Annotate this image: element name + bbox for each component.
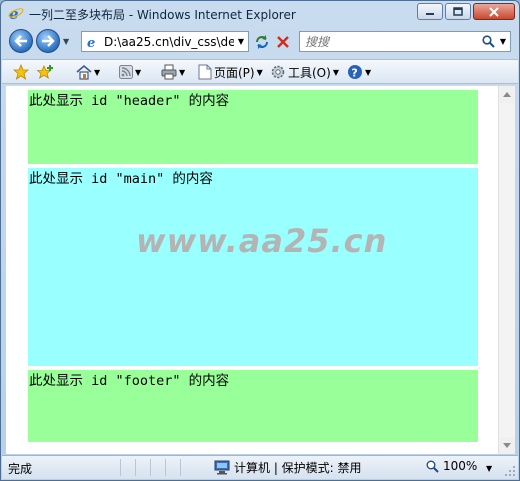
computer-icon: [214, 460, 230, 475]
gear-icon: [271, 65, 285, 79]
footer-text: 此处显示 id "footer" 的内容: [29, 373, 230, 389]
arrow-left-icon: [14, 35, 27, 47]
arrow-right-icon: [42, 35, 55, 47]
status-divider: [135, 459, 136, 476]
main-text: 此处显示 id "main" 的内容: [29, 171, 213, 187]
help-menu[interactable]: ? ▼: [347, 63, 371, 81]
zoom-dropdown[interactable]: ▼: [486, 464, 492, 473]
feed-icon: [119, 65, 133, 79]
main-block: 此处显示 id "main" 的内容: [28, 168, 478, 366]
header-text: 此处显示 id "header" 的内容: [29, 93, 230, 109]
browser-window: e 一列二至多块布局 - Windows Internet Explorer ▼: [0, 0, 520, 481]
search-provider-dropdown[interactable]: ▼: [496, 37, 510, 46]
header-block: 此处显示 id "header" 的内容: [28, 90, 478, 164]
status-bar: 完成 计算机 | 保护模式: 禁用 100% ▼: [2, 455, 518, 479]
footer-block: 此处显示 id "footer" 的内容: [28, 370, 478, 442]
vertical-scrollbar[interactable]: [498, 86, 515, 454]
caret-down-icon: [503, 443, 511, 448]
chevron-down-icon: ▼: [332, 67, 339, 77]
window-controls: [417, 3, 515, 20]
caret-up-icon: [503, 92, 511, 97]
back-button[interactable]: [9, 29, 33, 53]
help-icon: ?: [348, 65, 362, 80]
feeds-button[interactable]: ▼: [119, 63, 141, 81]
navigation-bar: ▼ e D:\aa25.cn\div_css\demc ▼ ▼: [1, 27, 519, 57]
refresh-button[interactable]: [253, 33, 271, 51]
svg-text:e: e: [87, 36, 95, 49]
close-button[interactable]: [473, 3, 515, 20]
status-text: 完成: [8, 462, 33, 476]
page-menu[interactable]: 页面(P) ▼: [198, 63, 263, 81]
scroll-up-button[interactable]: [499, 86, 515, 103]
add-favorite-icon: [37, 65, 53, 79]
maximize-icon: [453, 7, 463, 16]
minimize-button[interactable]: [417, 3, 443, 20]
print-button[interactable]: ▼: [161, 63, 185, 81]
minimize-icon: [426, 12, 434, 15]
recent-pages-dropdown[interactable]: ▼: [63, 37, 69, 46]
chevron-down-icon: ▼: [256, 67, 263, 77]
search-box[interactable]: ▼: [299, 31, 511, 52]
site-watermark: www.aa25.cn: [136, 222, 388, 260]
favorites-button[interactable]: [13, 63, 29, 81]
scroll-down-button[interactable]: [499, 437, 515, 454]
forward-button[interactable]: [36, 29, 60, 53]
close-icon: [489, 6, 499, 17]
address-url[interactable]: D:\aa25.cn\div_css\demc: [104, 35, 234, 49]
chevron-down-icon: ▼: [94, 67, 101, 77]
status-divider: [180, 459, 181, 476]
search-input[interactable]: [300, 34, 480, 49]
status-panes: [120, 459, 181, 476]
chevron-down-icon: ▼: [179, 67, 186, 77]
security-zone-label: 计算机 | 保护模式: 禁用: [234, 461, 362, 475]
svg-text:?: ?: [351, 67, 357, 80]
printer-icon: [161, 64, 177, 80]
status-divider: [120, 459, 121, 476]
tools-menu[interactable]: 工具(O) ▼: [270, 63, 339, 81]
title-bar: e 一列二至多块布局 - Windows Internet Explorer: [1, 1, 519, 25]
search-button[interactable]: [480, 34, 496, 50]
star-icon: [13, 64, 29, 80]
zoom-level: 100%: [443, 459, 478, 473]
magnifier-icon: [481, 35, 495, 48]
security-zone[interactable]: 计算机 | 保护模式: 禁用: [214, 459, 362, 476]
maximize-button[interactable]: [445, 3, 471, 20]
ie-logo-icon: e: [8, 5, 24, 21]
stop-button[interactable]: [274, 33, 292, 51]
zoom-control[interactable]: 100%: [426, 459, 477, 473]
status-divider: [150, 459, 151, 476]
page-viewport: 此处显示 id "header" 的内容 此处显示 id "main" 的内容 …: [6, 86, 498, 454]
window-title: 一列二至多块布局 - Windows Internet Explorer: [29, 8, 296, 22]
chevron-down-icon: ▼: [135, 67, 142, 77]
home-button[interactable]: ▼: [76, 63, 100, 81]
home-icon: [76, 64, 92, 80]
command-bar: ▼ ▼ ▼ 页面(P) ▼ 工具(O) ▼ ? ▼: [2, 59, 518, 84]
status-divider: [165, 459, 166, 476]
refresh-icon: [256, 35, 268, 49]
ie-page-icon: e: [87, 36, 95, 49]
chevron-down-icon: ▼: [365, 67, 372, 77]
address-dropdown[interactable]: ▼: [234, 37, 248, 46]
resize-grip-icon[interactable]: [504, 465, 516, 477]
tools-menu-label: 工具(O): [288, 65, 331, 80]
stop-icon: [277, 36, 289, 48]
address-bar[interactable]: e D:\aa25.cn\div_css\demc ▼: [81, 31, 249, 52]
add-favorites-button[interactable]: [37, 63, 55, 81]
zoom-icon: [426, 460, 439, 473]
page-icon: [198, 64, 212, 80]
page-menu-label: 页面(P): [214, 65, 255, 80]
